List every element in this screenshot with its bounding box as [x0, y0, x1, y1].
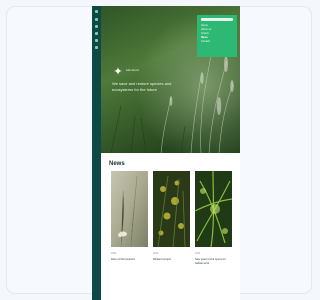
logo-text[interactable]: Life Fund: [126, 68, 139, 72]
section-title: News: [109, 161, 125, 167]
left-rail: [92, 6, 101, 300]
news-card[interactable]: [111, 171, 148, 247]
hero-tagline: We save and restore species and ecosyste…: [112, 81, 172, 92]
nav-item-contact[interactable]: Contact: [201, 40, 233, 44]
news-image: [153, 171, 190, 247]
news-date: 2024: [195, 252, 201, 255]
home-icon[interactable]: [95, 18, 98, 21]
news-date: 2024: [111, 252, 117, 255]
nav-panel: Home About us Grants News Contact: [197, 15, 237, 57]
mail-icon[interactable]: [95, 46, 98, 49]
leaf-icon[interactable]: [95, 32, 98, 35]
menu-icon[interactable]: [95, 10, 98, 13]
hero-banner: ✦ Life Fund We save and restore species …: [101, 6, 240, 153]
news-image: [111, 171, 148, 247]
logo-icon[interactable]: ✦: [112, 66, 124, 78]
news-card[interactable]: [153, 171, 190, 247]
website-preview[interactable]: ✦ Life Fund We save and restore species …: [92, 6, 240, 300]
search-icon[interactable]: [95, 25, 98, 28]
news-card[interactable]: [195, 171, 232, 247]
nav-search-bar[interactable]: [201, 18, 233, 21]
globe-icon[interactable]: [95, 39, 98, 42]
news-title[interactable]: Wetland project: [153, 258, 191, 262]
news-title[interactable]: Rare orchid restored: [111, 258, 149, 262]
news-image: [195, 171, 232, 247]
news-date: 2024: [153, 252, 159, 255]
news-title[interactable]: New grant round opens for habitat work: [195, 258, 233, 265]
